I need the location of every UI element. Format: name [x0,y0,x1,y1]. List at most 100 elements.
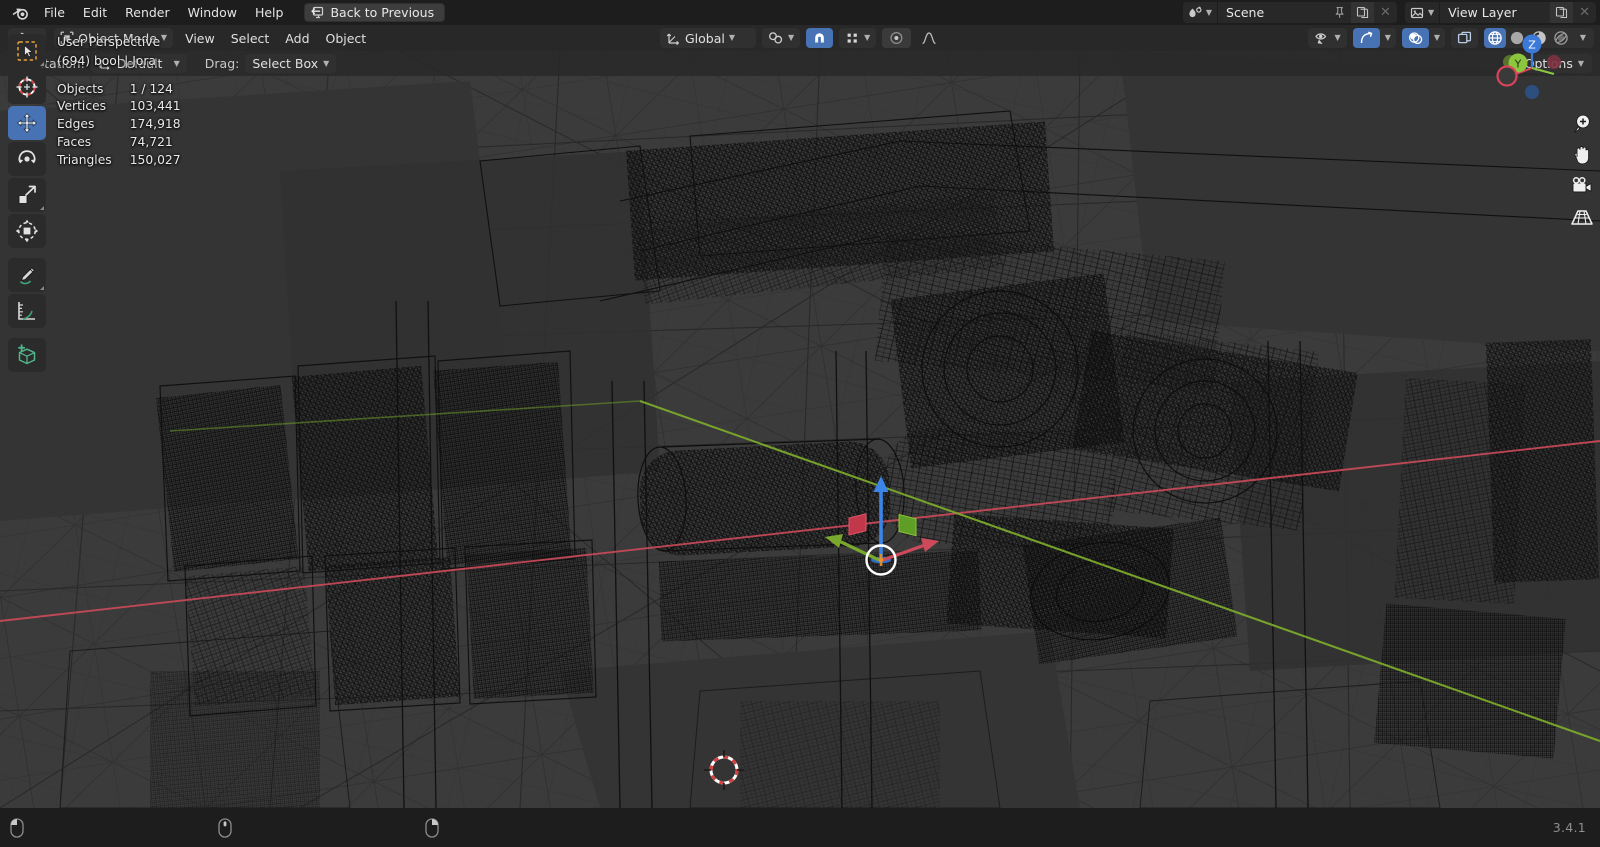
transform-orientation-dropdown[interactable]: Global ▼ [660,28,756,48]
scene-name-field[interactable]: Scene [1218,2,1329,23]
menu-render[interactable]: Render [116,3,179,23]
object-mode-icon [60,31,74,45]
tool-expand-corner-icon [40,62,44,66]
gizmo-group: ▼ [1352,28,1396,48]
gizmo-toggle[interactable] [1352,28,1380,48]
viewport-3d[interactable] [0,51,1600,808]
shading-options-dropdown[interactable]: ▼ [1572,28,1594,48]
scene-data-icon[interactable]: ▼ [1182,2,1219,23]
transform-orientation-icon [666,31,681,45]
snap-increment-icon [845,31,860,45]
snap-target-icon [768,31,784,45]
snap-magnet-toggle[interactable] [806,28,834,48]
menu-window[interactable]: Window [179,3,246,23]
object-mode-dropdown[interactable]: Object Mode ▼ [54,28,174,48]
camera-view-icon[interactable] [1570,174,1594,198]
toggle-perspective-icon[interactable] [1570,205,1594,229]
gizmo-icon [1359,31,1374,45]
drag-dropdown[interactable]: Select Box ▼ [245,54,337,73]
object-mode-label: Object Mode [78,30,157,46]
top-bar: File Edit Render Window Help Back to Pre… [0,0,1600,25]
tool-measure[interactable] [8,294,46,328]
status-bar: 3.4.1 [0,808,1600,847]
view-layer-icon[interactable]: ▼ [1404,2,1441,23]
blender-logo-icon[interactable] [5,5,35,21]
tool-add-cube[interactable] [8,338,46,372]
status-hint-left-mouse[interactable] [10,817,24,838]
tool-select-box[interactable] [8,34,46,68]
tool-expand-corner-icon [40,206,44,210]
navigation-gizmo[interactable]: Z Y [1494,30,1570,106]
gizmo-label-z: Z [1528,38,1536,51]
viewport-menu-add[interactable]: Add [277,28,317,49]
scene-selector[interactable]: ▼ Scene ✕ [1182,2,1397,23]
falloff-smooth-icon [921,31,937,45]
unlink-icon[interactable]: ✕ [1374,2,1397,23]
chevron-down-icon: ▼ [864,33,871,42]
tool-settings-bar: Orientation: Default ▼ Drag: Select Box … [0,51,1600,76]
orientation-dropdown[interactable]: Default ▼ [90,54,187,73]
tool-scale[interactable] [8,178,46,212]
orientation-default-icon [98,57,112,70]
chevron-down-icon: ▼ [1427,7,1435,17]
view-layer-name-field[interactable]: View Layer [1440,2,1551,23]
view-layer-selector[interactable]: ▼ View Layer ✕ [1404,2,1596,23]
proportional-falloff-dropdown[interactable] [917,28,941,48]
chevron-down-icon: ▼ [1433,33,1440,42]
gizmo-plane-xz [898,513,917,537]
overlays-icon [1408,31,1423,45]
new-view-layer-icon[interactable] [1550,2,1574,23]
gizmo-options-dropdown[interactable]: ▼ [1379,28,1396,48]
back-to-previous-icon [310,6,324,19]
orientation-value: Default [116,56,163,71]
blender-version-label: 3.4.1 [1552,820,1586,835]
chevron-down-icon: ▼ [1205,7,1213,17]
xray-toggle[interactable] [1451,28,1478,48]
menu-edit[interactable]: Edit [74,3,116,23]
chevron-down-icon: ▼ [1577,58,1584,68]
topbar-right-group: ▼ Scene ✕ ▼ View Layer ✕ [1182,2,1596,23]
chevron-down-icon: ▼ [1579,33,1587,42]
viewport-wireframe-scene [0,51,1600,808]
viewport-menu-view[interactable]: View [177,28,223,49]
xray-toggle-icon [1457,31,1472,45]
chevron-down-icon: ▼ [728,33,736,42]
menu-help[interactable]: Help [246,3,293,23]
snap-target-dropdown[interactable]: ▼ [762,28,801,48]
gizmo-axis-z-negative [1525,85,1539,99]
gizmo-axis-x-negative [1547,55,1561,69]
tool-annotate[interactable] [8,258,46,292]
tool-rotate[interactable] [8,142,46,176]
zoom-view-icon[interactable] [1570,112,1594,136]
proportional-editing-toggle[interactable] [882,28,912,48]
blender-window: File Edit Render Window Help Back to Pre… [0,0,1600,847]
viewport-toolbar [8,34,46,372]
tool-move[interactable] [8,106,46,140]
object-visibility-icon [1314,31,1331,45]
tool-transform[interactable] [8,214,46,248]
status-hint-middle-mouse[interactable] [218,817,232,838]
remove-view-layer-icon[interactable]: ✕ [1573,2,1596,23]
snap-element-dropdown[interactable]: ▼ [839,28,877,48]
viewport-menu-object[interactable]: Object [318,28,375,49]
back-to-previous-button[interactable]: Back to Previous [304,3,446,22]
status-hint-right-mouse[interactable] [425,817,439,838]
chevron-down-icon: ▼ [1334,33,1341,42]
tool-cursor[interactable] [8,70,46,104]
proportional-editing-icon [889,31,904,45]
drag-label: Drag: [204,56,240,71]
menu-file[interactable]: File [35,3,74,23]
chevron-down-icon: ▼ [788,33,795,42]
gizmo-axis-x-positive [1496,65,1518,87]
overlays-toggle[interactable] [1401,28,1429,48]
gizmo-plane-yz [848,513,867,536]
object-visibility-dropdown[interactable]: ▼ [1307,28,1347,48]
overlays-group: ▼ [1401,28,1445,48]
overlays-options-dropdown[interactable]: ▼ [1428,28,1445,48]
viewport-menu-select[interactable]: Select [223,28,278,49]
viewport-header: ▼ Object Mode ▼ View Select Add Object [0,25,1600,51]
new-scene-icon[interactable] [1351,2,1375,23]
pin-icon[interactable] [1328,2,1351,23]
pan-view-icon[interactable] [1570,143,1594,167]
gizmo-line-y [1531,66,1555,76]
